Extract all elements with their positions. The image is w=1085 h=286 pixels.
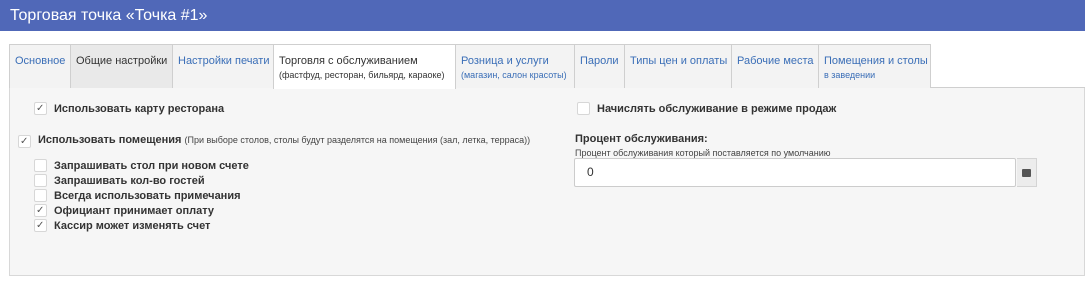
tab-label: Настройки печати xyxy=(178,55,270,67)
cashier-edit-option[interactable]: Кассир может изменять счет xyxy=(34,219,210,232)
use-rooms-text: Использовать помещения (При выборе столо… xyxy=(38,134,530,147)
ask-table-checkbox[interactable] xyxy=(34,159,47,172)
ask-guests-checkbox[interactable] xyxy=(34,174,47,187)
tab-print-settings[interactable]: Настройки печати xyxy=(172,44,274,88)
always-notes-label: Всегда использовать примечания xyxy=(54,189,241,202)
tab-general-settings[interactable]: Общие настройки xyxy=(70,44,173,88)
tab-label: Основное xyxy=(15,55,66,67)
tab-label: Типы цен и оплаты xyxy=(630,55,728,67)
tab-workplaces[interactable]: Рабочие места xyxy=(731,44,819,88)
tab-passwords[interactable]: Пароли xyxy=(574,44,625,88)
tab-rooms-tables[interactable]: Помещения и столы в заведении xyxy=(818,44,931,88)
cashier-edit-label: Кассир может изменять счет xyxy=(54,219,211,232)
use-map-option[interactable]: Использовать карту ресторана xyxy=(34,102,224,115)
ask-table-option[interactable]: Запрашивать стол при новом счете xyxy=(34,159,249,172)
tab-label: Розница и услуги xyxy=(461,55,549,67)
tab-sublabel: (магазин, салон красоты) xyxy=(461,70,567,80)
charge-service-label: Начислять обслуживание в режиме продаж xyxy=(597,102,837,115)
charge-service-option[interactable]: Начислять обслуживание в режиме продаж xyxy=(577,102,836,115)
use-rooms-label: Использовать помещения xyxy=(38,134,182,146)
settings-tabs: Основное Общие настройки Настройки печат… xyxy=(9,44,1085,89)
charge-service-checkbox[interactable] xyxy=(577,102,590,115)
tab-label: Общие настройки xyxy=(76,55,168,67)
tab-retail-services[interactable]: Розница и услуги (магазин, салон красоты… xyxy=(455,44,575,88)
calculator-button[interactable] xyxy=(1017,158,1037,187)
use-rooms-note: (При выборе столов, столы будут разделят… xyxy=(184,135,531,145)
service-percent-label: Процент обслуживания: xyxy=(575,133,708,145)
tab-label: Помещения и столы xyxy=(824,55,928,67)
use-rooms-checkbox[interactable] xyxy=(18,135,31,148)
tab-sublabel: (фастфуд, ресторан, бильярд, караоке) xyxy=(279,70,445,80)
service-percent-hint: Процент обслуживания который поставляетс… xyxy=(575,148,831,158)
use-rooms-option[interactable]: Использовать помещения (При выборе столо… xyxy=(18,134,548,148)
tab-label: Рабочие места xyxy=(737,55,814,67)
tab-label: Пароли xyxy=(580,55,619,67)
ask-guests-option[interactable]: Запрашивать кол-во гостей xyxy=(34,174,205,187)
ask-guests-label: Запрашивать кол-во гостей xyxy=(54,174,205,187)
use-map-checkbox[interactable] xyxy=(34,102,47,115)
tab-sublabel: в заведении xyxy=(824,70,876,80)
window-title: Торговая точка «Точка #1» xyxy=(0,0,1085,31)
tab-price-types[interactable]: Типы цен и оплаты xyxy=(624,44,732,88)
ask-table-label: Запрашивать стол при новом счете xyxy=(54,159,249,172)
waiter-payment-checkbox[interactable] xyxy=(34,204,47,217)
cashier-edit-checkbox[interactable] xyxy=(34,219,47,232)
waiter-payment-label: Официант принимает оплату xyxy=(54,204,214,217)
tab-main[interactable]: Основное xyxy=(9,44,71,88)
use-map-label: Использовать карту ресторана xyxy=(54,102,225,115)
service-percent-input[interactable]: 0 xyxy=(574,158,1016,187)
tab-service-trade[interactable]: Торговля с обслуживанием (фастфуд, ресто… xyxy=(273,44,456,89)
always-notes-option[interactable]: Всегда использовать примечания xyxy=(34,189,241,202)
calculator-icon xyxy=(1022,168,1031,177)
waiter-payment-option[interactable]: Официант принимает оплату xyxy=(34,204,214,217)
tab-label: Торговля с обслуживанием xyxy=(279,55,418,67)
always-notes-checkbox[interactable] xyxy=(34,189,47,202)
